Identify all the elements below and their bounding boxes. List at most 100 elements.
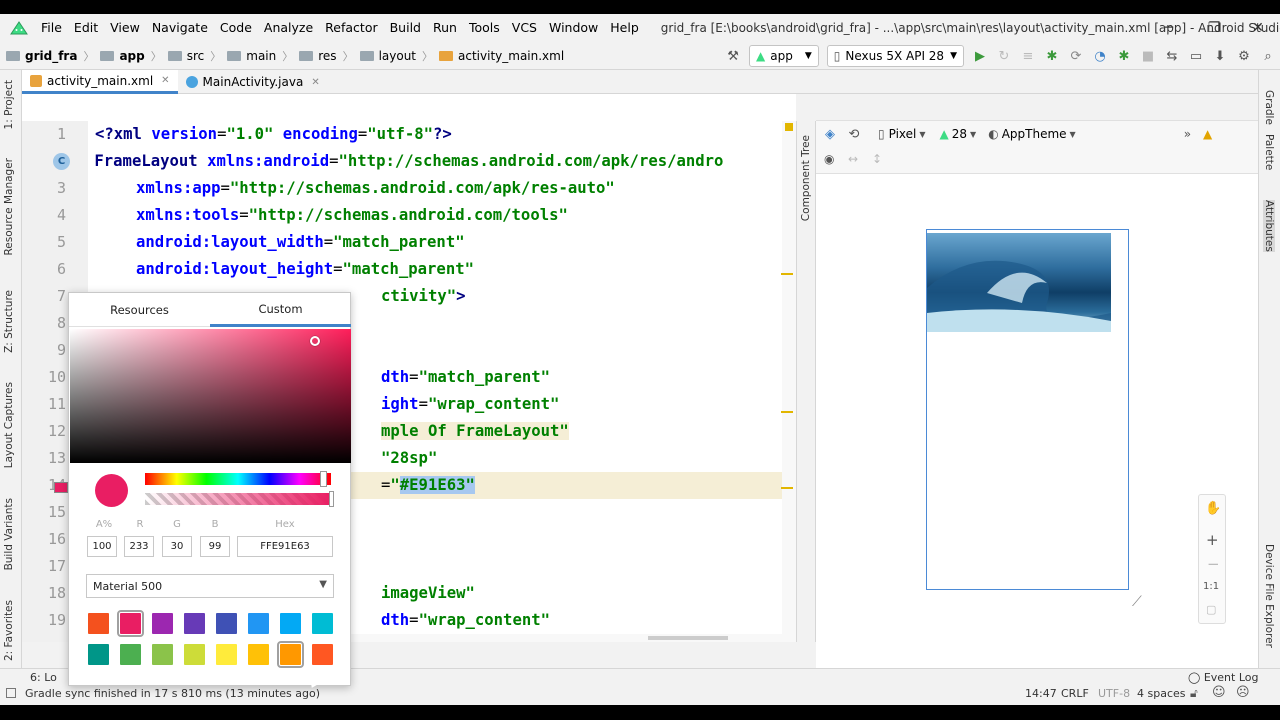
hue-slider[interactable] bbox=[145, 473, 331, 485]
line-separator[interactable]: CRLF bbox=[1061, 687, 1089, 700]
close-window-button[interactable]: ✕ bbox=[1236, 14, 1280, 42]
caret-position[interactable]: 14:47 bbox=[1025, 687, 1057, 700]
error-stripe-marker[interactable] bbox=[781, 411, 793, 413]
tool-tab-component-tree[interactable]: Component Tree bbox=[800, 135, 812, 221]
horizontal-constraint-icon[interactable]: ↔ bbox=[848, 152, 858, 166]
file-encoding[interactable]: UTF-8 bbox=[1098, 687, 1130, 700]
status-message[interactable]: Gradle sync finished in 17 s 810 ms (13 … bbox=[25, 687, 320, 700]
hex-field[interactable]: FFE91E63 bbox=[237, 536, 333, 557]
expand-icon[interactable]: » bbox=[1184, 127, 1191, 141]
close-tab-icon[interactable]: ✕ bbox=[311, 77, 319, 88]
tab-mainactivity-java[interactable]: MainActivity.java ✕ bbox=[178, 70, 328, 94]
tool-tab-logcat[interactable]: 6: Lo bbox=[30, 671, 57, 684]
color-chip[interactable] bbox=[120, 644, 141, 665]
hue-slider-knob[interactable] bbox=[320, 471, 327, 487]
color-chip[interactable] bbox=[184, 613, 205, 634]
device-preview[interactable] bbox=[926, 229, 1129, 590]
tool-tab-layout-captures[interactable]: Layout Captures bbox=[3, 382, 15, 468]
alpha-field[interactable]: 100 bbox=[87, 536, 117, 557]
menu-analyze[interactable]: Analyze bbox=[258, 14, 319, 42]
color-chip[interactable] bbox=[184, 644, 205, 665]
warning-icon[interactable]: ▲ bbox=[1203, 127, 1212, 141]
resize-handle-icon[interactable]: ⟋ bbox=[1132, 594, 1142, 610]
debug-icon[interactable]: ✱ bbox=[1040, 44, 1064, 68]
apply-changes-icon[interactable]: ≡ bbox=[1016, 44, 1040, 68]
color-chip[interactable] bbox=[216, 644, 237, 665]
error-stripe-marker[interactable] bbox=[781, 273, 793, 275]
alpha-slider-knob[interactable] bbox=[329, 491, 334, 507]
tool-tab-attributes[interactable]: Attributes bbox=[1263, 200, 1275, 252]
editor-vertical-scrollbar[interactable] bbox=[781, 121, 796, 642]
profile-icon[interactable]: ◔ bbox=[1088, 44, 1112, 68]
menu-edit[interactable]: Edit bbox=[68, 14, 104, 42]
tool-windows-toggle-icon[interactable] bbox=[6, 688, 16, 698]
indent-setting[interactable]: 4 spaces bbox=[1137, 687, 1186, 700]
vertical-constraint-icon[interactable]: ↕ bbox=[872, 152, 882, 166]
theme-select[interactable]: AppTheme bbox=[1002, 127, 1067, 141]
zoom-fit-icon[interactable]: ▢ bbox=[1206, 603, 1216, 616]
feedback-face-icon[interactable]: ☹ bbox=[1236, 685, 1250, 700]
menu-vcs[interactable]: VCS bbox=[506, 14, 543, 42]
color-chip[interactable] bbox=[117, 610, 144, 637]
red-field[interactable]: 233 bbox=[124, 536, 154, 557]
rerun-icon[interactable]: ↻ bbox=[992, 44, 1016, 68]
menu-run[interactable]: Run bbox=[427, 14, 463, 42]
api-select[interactable]: 28 bbox=[952, 127, 967, 141]
alpha-slider[interactable] bbox=[145, 493, 331, 505]
minimize-button[interactable]: ─ bbox=[1147, 14, 1191, 42]
tab-resources[interactable]: Resources bbox=[69, 293, 210, 327]
menu-view[interactable]: View bbox=[104, 14, 146, 42]
pan-hand-icon[interactable]: ✋ bbox=[1205, 501, 1221, 516]
tool-tab-device-file-explorer[interactable]: Device File Explorer bbox=[1263, 544, 1275, 648]
menu-build[interactable]: Build bbox=[384, 14, 427, 42]
breadcrumb-main[interactable]: main 〉 bbox=[227, 48, 293, 64]
run-icon[interactable]: ▶ bbox=[968, 44, 992, 68]
color-chip[interactable] bbox=[248, 644, 269, 665]
sync-project-icon[interactable]: ⇆ bbox=[1160, 44, 1184, 68]
menu-file[interactable]: File bbox=[35, 14, 68, 42]
event-log-button[interactable]: ◯ Event Log bbox=[1188, 671, 1258, 684]
wave-image[interactable] bbox=[927, 233, 1111, 332]
layers-icon[interactable]: ◈ bbox=[818, 122, 842, 146]
tab-custom[interactable]: Custom bbox=[210, 293, 351, 327]
zoom-out-icon[interactable]: − bbox=[1207, 555, 1220, 573]
search-icon[interactable]: ⌕ bbox=[1256, 44, 1280, 68]
tab-activity-main-xml[interactable]: activity_main.xml ✕ bbox=[22, 70, 178, 94]
avd-manager-icon[interactable]: ▭ bbox=[1184, 44, 1208, 68]
green-field[interactable]: 30 bbox=[162, 536, 192, 557]
menu-refactor[interactable]: Refactor bbox=[319, 14, 383, 42]
breadcrumb-app[interactable]: app 〉 bbox=[100, 48, 162, 64]
lock-icon[interactable]: 🔓︎ bbox=[1190, 686, 1198, 701]
palette-select[interactable]: Material 500 ▼ bbox=[86, 574, 334, 598]
tool-tab-structure[interactable]: Z: Structure bbox=[3, 290, 15, 353]
inspection-face-icon[interactable]: ☺ bbox=[1212, 685, 1226, 700]
tool-tab-project[interactable]: 1: Project bbox=[3, 80, 15, 129]
eye-icon[interactable]: ◉ bbox=[824, 152, 834, 166]
maximize-button[interactable]: ❐ bbox=[1192, 14, 1236, 42]
run-config-select[interactable]: ▲ app ▼ bbox=[749, 45, 819, 67]
zoom-actual-size[interactable]: 1:1 bbox=[1203, 581, 1219, 592]
color-chip[interactable] bbox=[88, 613, 109, 634]
color-chip[interactable] bbox=[88, 644, 109, 665]
error-stripe-marker[interactable] bbox=[781, 487, 793, 489]
hammer-build-icon[interactable]: ⚒ bbox=[721, 44, 745, 68]
menu-code[interactable]: Code bbox=[214, 14, 258, 42]
breadcrumb-file[interactable]: activity_main.xml bbox=[439, 49, 564, 63]
breadcrumb-res[interactable]: res 〉 bbox=[299, 48, 354, 64]
menu-help[interactable]: Help bbox=[604, 14, 645, 42]
tool-tab-resource-manager[interactable]: Resource Manager bbox=[3, 158, 15, 256]
device-select[interactable]: ▯ Nexus 5X API 28 ▼ bbox=[826, 45, 964, 67]
class-marker-icon[interactable]: C bbox=[53, 153, 70, 170]
color-chip[interactable] bbox=[277, 641, 304, 668]
color-chip[interactable] bbox=[312, 644, 333, 665]
color-chip[interactable] bbox=[152, 613, 173, 634]
close-tab-icon[interactable]: ✕ bbox=[161, 75, 169, 86]
breadcrumb-src[interactable]: src 〉 bbox=[167, 48, 221, 64]
tool-tab-palette[interactable]: Palette bbox=[1263, 134, 1275, 170]
menu-tools[interactable]: Tools bbox=[463, 14, 506, 42]
breadcrumb-project[interactable]: grid_fra 〉 bbox=[6, 48, 94, 64]
zoom-in-icon[interactable]: + bbox=[1206, 531, 1219, 549]
color-chip[interactable] bbox=[216, 613, 237, 634]
sdk-manager-icon[interactable]: ⬇ bbox=[1208, 44, 1232, 68]
menu-navigate[interactable]: Navigate bbox=[146, 14, 214, 42]
